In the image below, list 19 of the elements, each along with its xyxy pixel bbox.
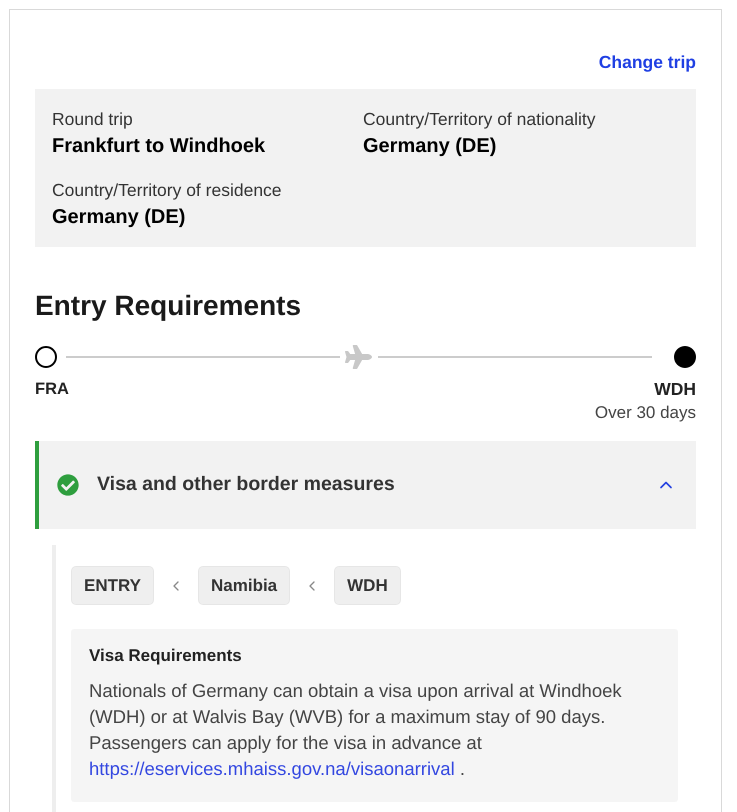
destination-code: WDH <box>654 378 696 400</box>
info-title: Visa Requirements <box>89 645 243 667</box>
origin-code: FRA <box>35 379 69 400</box>
field-value: Germany (DE) <box>52 205 186 229</box>
accordion-header[interactable]: Visa and other border measures <box>35 441 696 529</box>
airplane-icon <box>345 345 372 369</box>
breadcrumb-chip[interactable]: Namibia <box>198 566 290 605</box>
breadcrumb-chip[interactable]: WDH <box>334 566 401 605</box>
change-trip-link[interactable]: Change trip <box>598 50 696 74</box>
field-value: Frankfurt to Windhoek <box>52 134 266 158</box>
visa-requirements-text: Nationals of Germany can obtain a visa upon arrival at Windhoek (WDH) or at Walvis Bay (WVB) for a maximum stay of 90 days. Passengers can apply for the visa in advance at https://eservices.mhaiss.gov.na/visaonarrival . <box>89 679 623 781</box>
visa-link[interactable]: https://eservices.mhaiss.gov.na/visaonarrival <box>89 758 455 779</box>
section-heading: Entry Requirements <box>35 289 302 323</box>
field-label: Country/Territory of nationality <box>363 108 596 130</box>
stay-duration: Over 30 days <box>594 402 696 424</box>
field-label: Round trip <box>52 108 134 130</box>
field-label: Country/Territory of residence <box>52 179 283 201</box>
breadcrumb-chip[interactable]: ENTRY <box>71 566 154 605</box>
field-value: Germany (DE) <box>363 134 498 158</box>
